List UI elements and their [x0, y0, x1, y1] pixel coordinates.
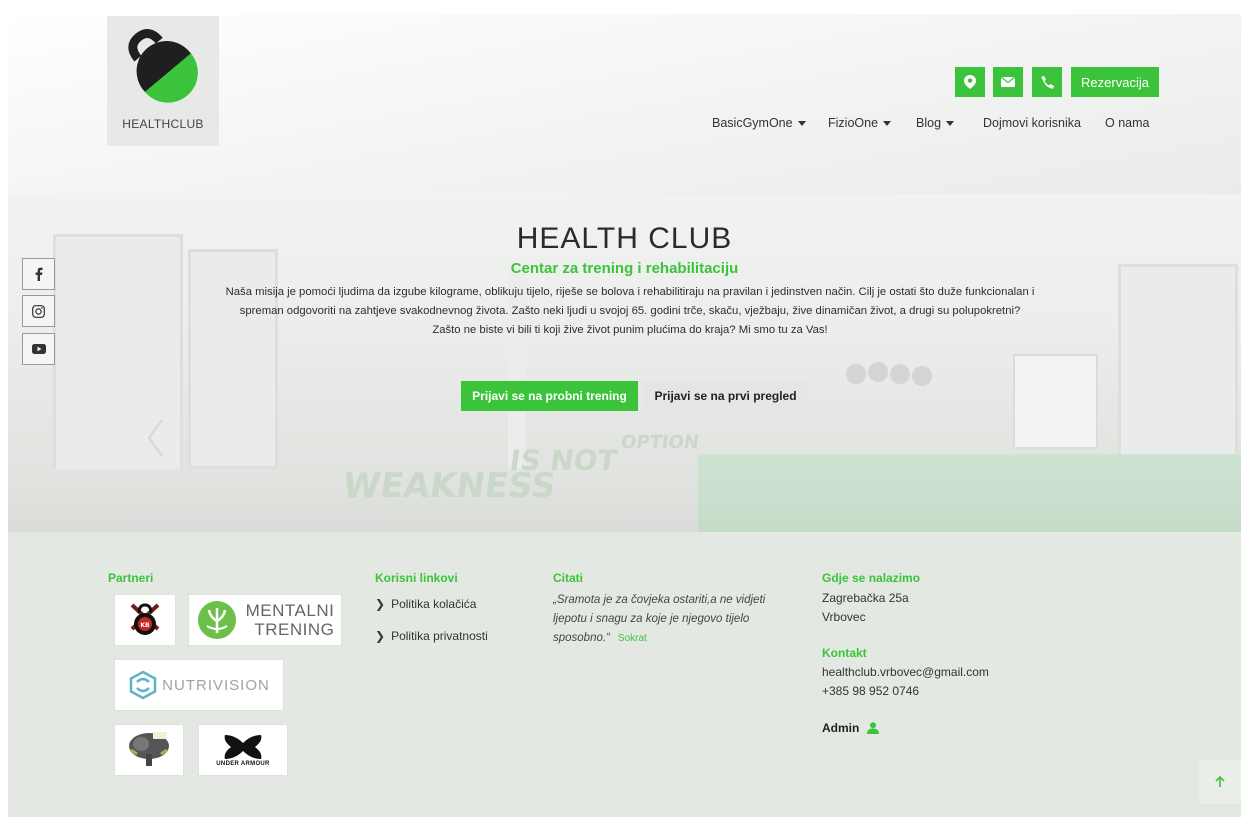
hero-ball [846, 364, 866, 384]
facebook-icon [35, 267, 42, 281]
phone-icon [1040, 75, 1054, 89]
nav-o-nama[interactable]: O nama [1105, 116, 1149, 130]
link-cookie-policy[interactable]: ❯ Politika kolačića [375, 597, 476, 611]
quotes-heading: Citati [553, 571, 583, 585]
partner-logo-under-armour[interactable]: UNDER ARMOUR [198, 724, 288, 776]
partner-logo-mentalni-trening[interactable]: MENTALNI TRENING [188, 594, 342, 646]
under-armour-icon [224, 735, 262, 759]
reservation-button[interactable]: Rezervacija [1071, 67, 1159, 97]
caret-down-icon [883, 120, 892, 126]
phone-button[interactable] [1032, 67, 1062, 97]
link-label: Politika kolačića [391, 597, 477, 611]
quote-block: „Sramota je za čovjeka ostariti,a ne vid… [553, 591, 788, 648]
arrow-up-icon [1215, 776, 1225, 787]
facebook-button[interactable] [22, 258, 55, 290]
hero-rack [1013, 354, 1098, 449]
user-icon [867, 722, 880, 734]
contact-heading: Kontakt [822, 646, 867, 660]
links-heading: Korisni linkovi [375, 571, 458, 585]
under-armour-wordmark: UNDER ARMOUR [216, 733, 269, 767]
nav-label: FizioOne [828, 116, 879, 130]
partner-name-line2: TRENING [254, 620, 335, 639]
nutrivision-hex-icon [129, 670, 157, 700]
youtube-icon [31, 344, 46, 354]
chevron-right-icon: ❯ [375, 597, 386, 611]
brain-tree-icon [197, 601, 236, 639]
map-marker-icon [964, 75, 976, 89]
envelope-icon [1001, 77, 1015, 87]
logo-text: HEALTHCLUB [122, 117, 204, 131]
hero-wall-text: OPTION [619, 432, 701, 453]
hero-window [188, 249, 278, 469]
partner-name: NUTRIVISION [162, 676, 270, 694]
back-to-top-button[interactable] [1199, 760, 1241, 804]
hero-wall-text: IS NOT [507, 444, 619, 477]
hero-ball [890, 364, 910, 384]
location-button[interactable] [955, 67, 985, 97]
hero-window [1118, 264, 1238, 464]
partner-logo-tree[interactable] [114, 724, 184, 776]
hero-description: Naša misija je pomoći ljudima da izgube … [225, 286, 1035, 336]
nav-fizioone[interactable]: FizioOne [828, 116, 892, 130]
nav-dojmovi-korisnika[interactable]: Dojmovi korisnika [983, 116, 1081, 130]
quote-author[interactable]: Sokrat [618, 633, 647, 644]
mentalni-trening-wordmark: MENTALNI TRENING [246, 601, 335, 639]
nav-basicgymone[interactable]: BasicGymOne [712, 116, 806, 130]
hero-ball [868, 362, 888, 382]
caret-down-icon [797, 120, 806, 126]
kettlebell-partner-icon: KB [130, 603, 160, 635]
location-heading: Gdje se nalazimo [822, 571, 921, 585]
carousel-prev-icon[interactable] [146, 418, 164, 458]
nav-label: Blog [916, 116, 942, 130]
chevron-right-icon: ❯ [375, 629, 386, 643]
quote-text: „Sramota je za čovjeka ostariti,a ne vid… [553, 594, 766, 644]
instagram-icon [32, 304, 45, 318]
tree-partner-icon [129, 732, 169, 766]
nav-blog[interactable]: Blog [916, 116, 955, 130]
contact-email[interactable]: healthclub.vrbovec@gmail.com [822, 663, 989, 682]
trial-training-button[interactable]: Prijavi se na probni trening [461, 381, 638, 411]
hero-subtitle: Centar za trening i rehabilitaciju [510, 260, 739, 277]
instagram-button[interactable] [22, 295, 55, 327]
partner-name: UNDER ARMOUR [216, 761, 270, 767]
nav-label: BasicGymOne [712, 116, 793, 130]
partner-logo-kettlebell[interactable]: KB [114, 594, 176, 646]
svg-text:KB: KB [140, 622, 150, 629]
address-line-2: Vrbovec [822, 610, 866, 624]
first-exam-button[interactable]: Prijavi se na prvi pregled [644, 381, 807, 411]
admin-link[interactable]: Admin [822, 721, 880, 735]
nav-label: Dojmovi korisnika [983, 116, 1081, 130]
link-privacy-policy[interactable]: ❯ Politika privatnosti [375, 629, 488, 643]
contact-phone[interactable]: +385 98 952 0746 [822, 682, 919, 701]
nav-label: O nama [1105, 116, 1150, 130]
youtube-button[interactable] [22, 333, 55, 365]
email-button[interactable] [993, 67, 1023, 97]
kettlebell-logo-icon [128, 29, 198, 103]
partner-logo-nutrivision[interactable]: NUTRIVISION [114, 659, 284, 711]
logo[interactable]: HEALTHCLUB [107, 16, 219, 146]
link-label: Politika privatnosti [391, 629, 488, 643]
partner-name: MENTALNI [245, 601, 335, 620]
hero-title: HEALTH CLUB [516, 222, 733, 255]
hero-ball [912, 366, 932, 386]
admin-label: Admin [822, 721, 860, 735]
hero-turf [698, 454, 1241, 532]
partners-heading: Partneri [108, 571, 154, 585]
address-line-1: Zagrebačka 25a [822, 591, 909, 605]
caret-down-icon [946, 120, 955, 126]
